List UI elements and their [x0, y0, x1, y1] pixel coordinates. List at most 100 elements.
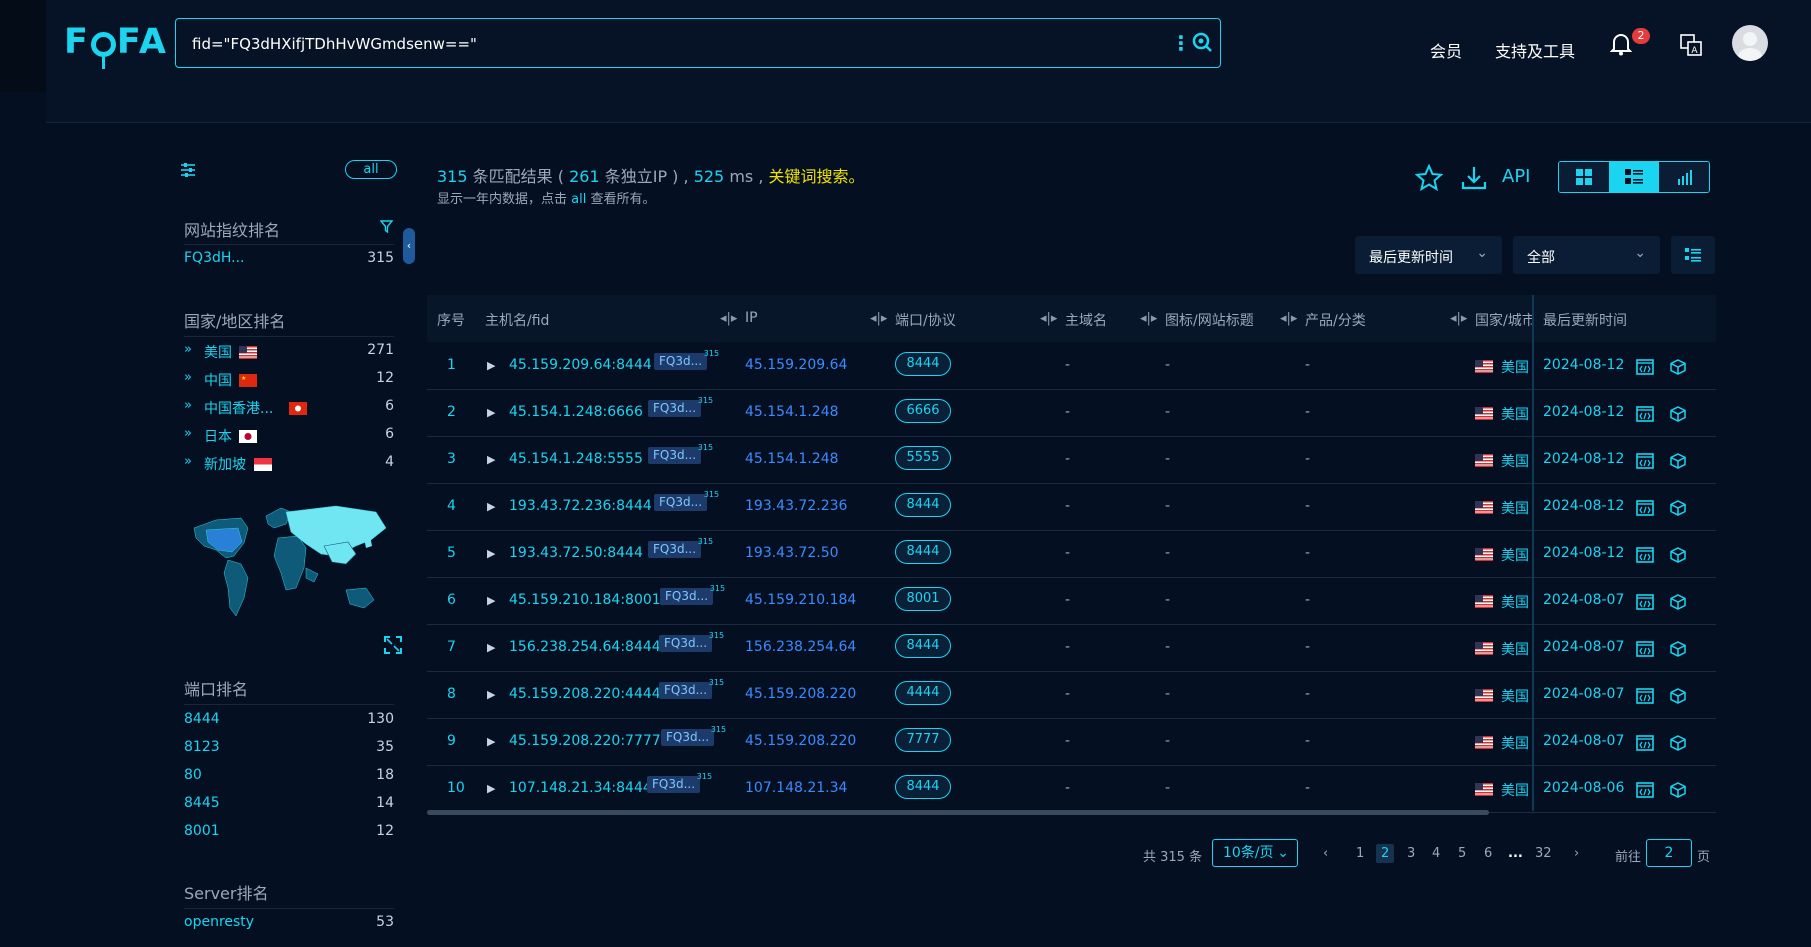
country-item-jp[interactable]: » 日本 6 — [184, 426, 394, 446]
server-item[interactable]: openresty 53 — [184, 914, 394, 934]
country-item-hk[interactable]: » 中国香港... 6 — [184, 398, 394, 418]
row-port-badge[interactable]: 8444 — [895, 352, 951, 376]
code-icon[interactable] — [1636, 546, 1654, 564]
row-host-link[interactable]: 45.154.1.248:6666 — [509, 404, 643, 420]
country-label[interactable]: 日本 — [204, 426, 232, 446]
row-ip-link[interactable]: 45.154.1.248 — [745, 404, 839, 420]
row-ip-link[interactable]: 45.154.1.248 — [745, 451, 839, 467]
show-all-link[interactable]: all — [571, 192, 586, 207]
port-label[interactable]: 8123 — [184, 739, 220, 755]
cube-icon[interactable] — [1669, 546, 1687, 564]
port-label[interactable]: 8444 — [184, 711, 220, 727]
cube-icon[interactable] — [1669, 358, 1687, 376]
cube-icon[interactable] — [1669, 405, 1687, 423]
expand-arrow-icon[interactable]: ▶ — [487, 547, 495, 560]
code-icon[interactable] — [1636, 499, 1654, 517]
page-6[interactable]: 6 — [1484, 846, 1492, 861]
column-resize-icon[interactable]: ◂|▸ — [720, 311, 737, 326]
country-label[interactable]: 新加坡 — [204, 454, 246, 474]
expand-arrow-icon[interactable]: ▶ — [487, 500, 495, 513]
table-row[interactable]: 8 ▶ 45.159.208.220:4444 FQ3d... 315 45.15… — [427, 671, 1716, 719]
fid-badge[interactable]: FQ3d... 315 — [654, 349, 719, 370]
sort-dropdown[interactable]: 最后更新时间 ⌄ — [1355, 236, 1502, 274]
code-icon[interactable] — [1636, 405, 1654, 423]
fid-badge[interactable]: FQ3d... 315 — [648, 443, 713, 464]
table-row[interactable]: 1 ▶ 45.159.209.64:8444 FQ3d... 315 45.159… — [427, 342, 1716, 390]
page-last[interactable]: 32 — [1535, 846, 1552, 861]
col-host[interactable]: 主机名/fid — [485, 310, 549, 330]
all-toggle-button[interactable]: all — [345, 160, 397, 179]
keyword-search-link[interactable]: 关键词搜索。 — [769, 167, 865, 186]
country-item-us[interactable]: » 美国 271 — [184, 342, 394, 362]
page-1[interactable]: 1 — [1356, 846, 1364, 861]
row-ip-link[interactable]: 45.159.209.64 — [745, 357, 847, 373]
row-country[interactable]: 美国 — [1501, 404, 1529, 424]
fid-badge[interactable]: FQ3d... 315 — [648, 396, 713, 417]
fid-badge[interactable]: FQ3d... 315 — [659, 678, 724, 699]
list-view-button[interactable] — [1609, 162, 1659, 192]
fid-badge[interactable]: FQ3d... 315 — [648, 537, 713, 558]
port-item[interactable]: 80 18 — [184, 767, 394, 787]
world-map[interactable] — [186, 498, 396, 638]
column-resize-icon[interactable]: ◂|▸ — [1280, 311, 1297, 326]
col-ip[interactable]: IP — [745, 310, 758, 326]
star-icon[interactable] — [1415, 164, 1443, 192]
table-row[interactable]: 3 ▶ 45.154.1.248:5555 FQ3d... 315 45.154.… — [427, 436, 1716, 484]
row-ip-link[interactable]: 45.159.210.184 — [745, 592, 856, 608]
cube-icon[interactable] — [1669, 452, 1687, 470]
more-options-icon[interactable]: ⋮ — [1171, 33, 1191, 53]
search-icon[interactable] — [1191, 31, 1213, 53]
column-resize-icon[interactable]: ◂|▸ — [870, 311, 887, 326]
row-country[interactable]: 美国 — [1501, 780, 1529, 800]
page-2-current[interactable]: 2 — [1376, 844, 1395, 863]
column-resize-icon[interactable]: ◂|▸ — [1140, 311, 1157, 326]
col-port[interactable]: 端口/协议 — [895, 310, 956, 330]
page-size-select[interactable]: 10条/页 ⌄ — [1212, 839, 1298, 867]
port-item[interactable]: 8445 14 — [184, 795, 394, 815]
fid-badge[interactable]: FQ3d... 315 — [659, 631, 724, 652]
port-label[interactable]: 8445 — [184, 795, 220, 811]
api-link[interactable]: API — [1502, 166, 1530, 187]
country-item-cn[interactable]: » 中国 ★ 12 — [184, 370, 394, 390]
page-4[interactable]: 4 — [1432, 846, 1440, 861]
page-3[interactable]: 3 — [1407, 846, 1415, 861]
column-resize-icon[interactable]: ◂|▸ — [1450, 311, 1467, 326]
row-host-link[interactable]: 45.159.209.64:8444 — [509, 357, 652, 373]
server-label[interactable]: openresty — [184, 914, 254, 930]
cube-icon[interactable] — [1669, 593, 1687, 611]
row-ip-link[interactable]: 193.43.72.50 — [745, 545, 839, 561]
expand-arrow-icon[interactable]: ▶ — [487, 641, 495, 654]
col-country[interactable]: 国家/城市 — [1475, 310, 1533, 330]
row-port-badge[interactable]: 8444 — [895, 540, 951, 564]
row-port-badge[interactable]: 6666 — [895, 399, 951, 423]
table-row[interactable]: 2 ▶ 45.154.1.248:6666 FQ3d... 315 45.154.… — [427, 389, 1716, 437]
row-ip-link[interactable]: 107.148.21.34 — [745, 780, 847, 796]
code-icon[interactable] — [1636, 358, 1654, 376]
translate-icon[interactable]: A — [1680, 34, 1702, 56]
fid-badge[interactable]: FQ3d... 315 — [660, 584, 725, 605]
row-country[interactable]: 美国 — [1501, 545, 1529, 565]
column-settings-button[interactable] — [1671, 236, 1715, 274]
collapse-sidebar-button[interactable]: ‹ — [403, 228, 415, 264]
row-country[interactable]: 美国 — [1501, 592, 1529, 612]
table-row[interactable]: 5 ▶ 193.43.72.50:8444 FQ3d... 315 193.43.… — [427, 530, 1716, 578]
stats-view-button[interactable] — [1659, 162, 1709, 192]
fid-badge[interactable]: FQ3d... 315 — [647, 772, 712, 793]
fingerprint-item[interactable]: FQ3dH... 315 — [184, 250, 394, 270]
row-port-badge[interactable]: 7777 — [895, 728, 951, 752]
table-row[interactable]: 10 ▶ 107.148.21.34:8444 FQ3d... 315 107.1… — [427, 765, 1716, 813]
row-host-link[interactable]: 156.238.254.64:8444 — [509, 639, 661, 655]
row-host-link[interactable]: 193.43.72.50:8444 — [509, 545, 643, 561]
col-title[interactable]: 图标/网站标题 — [1165, 310, 1254, 330]
fullscreen-icon[interactable] — [384, 636, 402, 654]
table-row[interactable]: 4 ▶ 193.43.72.236:8444 FQ3d... 315 193.43… — [427, 483, 1716, 531]
fofa-logo[interactable]: F FA — [64, 22, 168, 69]
row-country[interactable]: 美国 — [1501, 686, 1529, 706]
expand-arrow-icon[interactable]: ▶ — [487, 594, 495, 607]
fid-badge[interactable]: FQ3d... 315 — [654, 490, 719, 511]
table-row[interactable]: 6 ▶ 45.159.210.184:8001 FQ3d... 315 45.15… — [427, 577, 1716, 625]
row-host-link[interactable]: 45.159.208.220:4444 — [509, 686, 661, 702]
row-host-link[interactable]: 107.148.21.34:8444 — [509, 780, 652, 796]
col-product[interactable]: 产品/分类 — [1305, 310, 1366, 330]
expand-arrow-icon[interactable]: ▶ — [487, 453, 495, 466]
